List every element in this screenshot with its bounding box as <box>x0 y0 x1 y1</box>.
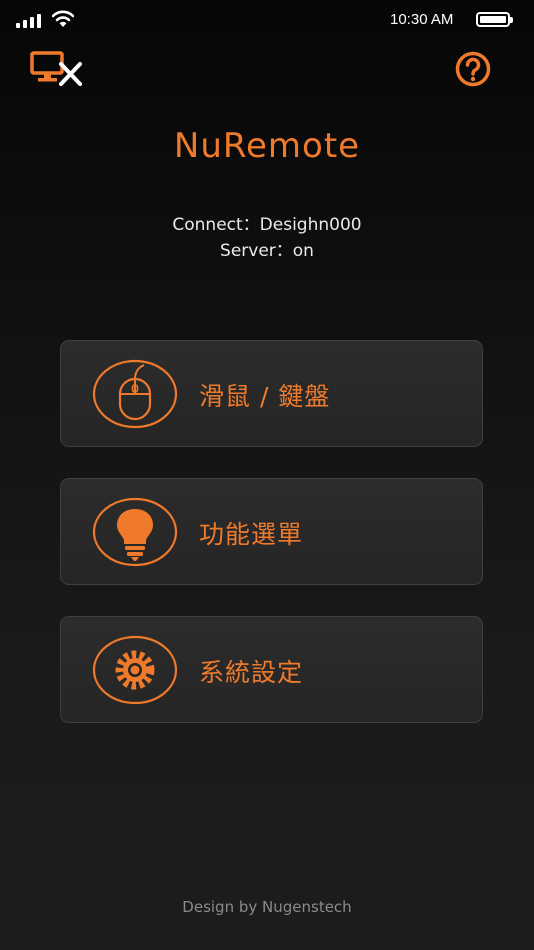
mouse-keyboard-button[interactable]: 滑鼠 / 鍵盤 <box>60 340 483 447</box>
mouse-icon <box>92 359 178 429</box>
signal-icon <box>16 14 41 28</box>
app-screen: 10:30 AM NuRemote Connect：Desighn000 Ser… <box>0 0 534 950</box>
status-time: 10:30 AM <box>390 11 454 28</box>
lightbulb-icon <box>92 497 178 567</box>
function-menu-button[interactable]: 功能選單 <box>60 478 483 585</box>
battery-icon <box>476 12 513 27</box>
help-button[interactable] <box>454 50 492 88</box>
disconnect-button[interactable] <box>30 50 84 86</box>
server-status: Server：on <box>220 241 314 261</box>
system-settings-button[interactable]: 系統設定 <box>60 616 483 723</box>
help-icon <box>455 51 491 87</box>
connection-info: Connect：Desighn000 Server：on <box>0 212 534 264</box>
footer-credit: Design by Nugenstech <box>182 898 352 916</box>
status-bar: 10:30 AM <box>0 0 534 42</box>
gear-icon <box>92 635 178 705</box>
app-title: NuRemote <box>173 126 361 166</box>
mouse-keyboard-label: 滑鼠 / 鍵盤 <box>199 381 331 411</box>
system-settings-label: 系統設定 <box>199 657 304 687</box>
connect-status: Connect：Desighn000 <box>172 215 362 235</box>
wifi-icon <box>52 10 74 27</box>
function-menu-label: 功能選單 <box>199 519 304 549</box>
monitor-disconnect-icon <box>30 51 82 86</box>
